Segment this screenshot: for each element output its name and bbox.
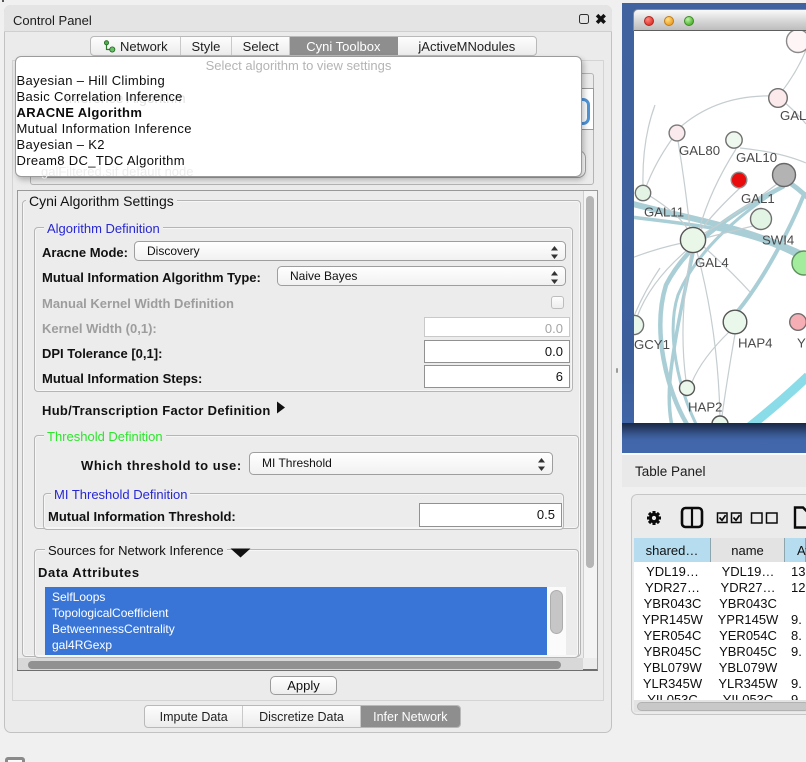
svg-text:GAL80: GAL80	[679, 143, 720, 158]
svg-text:GCY1: GCY1	[634, 337, 670, 352]
svg-text:GAL11: GAL11	[644, 205, 684, 220]
svg-text:GAL10: GAL10	[736, 150, 777, 165]
svg-text:HAP2: HAP2	[688, 400, 722, 415]
svg-text:SWI4: SWI4	[762, 233, 794, 248]
svg-text:GAL4: GAL4	[695, 255, 729, 270]
svg-text:GAL7: GAL7	[780, 108, 806, 123]
svg-text:HAP4: HAP4	[738, 336, 772, 351]
svg-text:YMR: YMR	[797, 336, 806, 351]
svg-text:GAL1: GAL1	[741, 191, 775, 206]
